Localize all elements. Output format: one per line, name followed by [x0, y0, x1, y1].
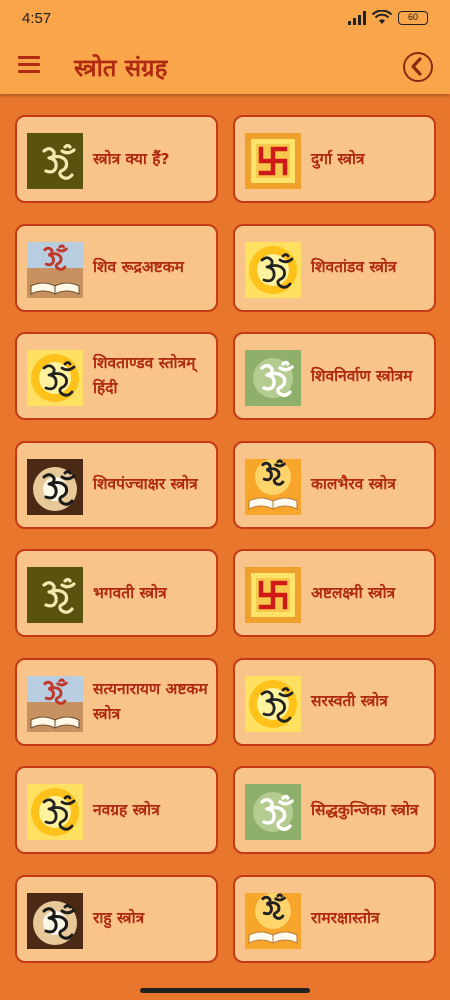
stotra-card[interactable]: सरस्वती स्त्रोत्र [233, 657, 436, 746]
stotra-card-label: शिवतांडव स्त्रोत्र [311, 258, 397, 277]
om-sunburst-icon [27, 784, 83, 840]
stotra-card[interactable]: अष्टलक्ष्मी स्त्रोत्र [233, 549, 436, 637]
app-bar: स्त्रोत संग्रह [0, 40, 450, 94]
om-glow-icon [27, 892, 83, 949]
stotra-card-label: शिव रूद्रअष्टकम [93, 258, 184, 277]
stotra-card[interactable]: शिवनिर्वाण स्त्रोत्रम [233, 332, 436, 420]
status-icons: 60 [348, 10, 428, 25]
om-glow-icon [27, 458, 83, 515]
om-sunburst-icon [245, 675, 301, 732]
stotra-card-label: सिद्धकुन्जिका स्त्रोत्र [311, 800, 419, 819]
stotra-card-label: अष्टलक्ष्मी स्त्रोत्र [311, 583, 396, 602]
stotra-card[interactable]: दुर्गा स्त्रोत्र [233, 115, 436, 203]
om-book-sky-icon [27, 241, 83, 298]
stotra-card-label: सरस्वती स्त्रोत्र [311, 692, 388, 711]
om-book-sky-icon [27, 675, 83, 732]
stotra-card-label: स्त्रोत्र क्या हैं? [93, 149, 170, 168]
home-indicator[interactable] [140, 988, 310, 993]
stotra-card[interactable]: रामरक्षास्तोत्र [233, 874, 436, 963]
chevron-left-icon [411, 57, 422, 76]
status-bar: 4:57 60 [0, 0, 450, 40]
back-button[interactable] [403, 52, 433, 82]
swastik-icon [245, 567, 301, 623]
wifi-icon [372, 10, 392, 24]
stotra-card[interactable]: कालभैरव स्त्रोत्र [233, 440, 436, 529]
menu-icon[interactable] [18, 56, 40, 74]
stotra-card-label: शिवपंज्चाक्षर स्त्रोत्र [93, 475, 198, 494]
stotra-card-label: भगवती स्त्रोत्र [93, 583, 167, 602]
stotra-card-label: शिवनिर्वाण स्त्रोत्रम [311, 366, 413, 385]
battery-icon: 60 [398, 10, 428, 25]
stotra-card-label: रामरक्षास्तोत्र [311, 909, 380, 928]
stotra-card-label: कालभैरव स्त्रोत्र [311, 475, 396, 494]
om-olive-icon [27, 567, 83, 623]
stotra-card[interactable]: सिद्धकुन्जिका स्त्रोत्र [233, 766, 436, 854]
stotra-card[interactable]: शिवतांडव स्त्रोत्र [233, 223, 436, 312]
stotra-card[interactable]: नवग्रह स्त्रोत्र [15, 766, 218, 854]
stotra-card-label: दुर्गा स्त्रोत्र [311, 149, 365, 168]
signal-icon [348, 10, 366, 25]
om-green-icon [245, 784, 301, 840]
stotra-card[interactable]: स्त्रोत्र क्या हैं? [15, 115, 218, 203]
om-book-orange-icon [245, 458, 301, 515]
stotra-card[interactable]: शिव रूद्रअष्टकम [15, 223, 218, 312]
om-green-icon [245, 350, 301, 406]
stotra-card-label: नवग्रह स्त्रोत्र [93, 800, 160, 819]
stotra-card[interactable]: शिवपंज्चाक्षर स्त्रोत्र [15, 440, 218, 529]
stotra-card[interactable]: सत्यनारायण अष्टकम स्त्रोत्र [15, 657, 218, 746]
om-sunburst-icon [27, 350, 83, 406]
om-sunburst-icon [245, 241, 301, 298]
om-book-orange-icon [245, 892, 301, 949]
stotra-card[interactable]: भगवती स्त्रोत्र [15, 549, 218, 637]
stotra-card-label: शिवताण्डव स्तोत्रम् हिंदी [93, 354, 196, 397]
status-time: 4:57 [22, 10, 52, 27]
swastik-icon [245, 133, 301, 189]
stotra-card[interactable]: शिवताण्डव स्तोत्रम् हिंदी [15, 332, 218, 420]
stotra-card-label: राहु स्त्रोत्र [93, 909, 145, 928]
stotra-card-label: सत्यनारायण अष्टकम स्त्रोत्र [93, 679, 208, 723]
page-title: स्त्रोत संग्रह [74, 53, 168, 82]
stotra-card[interactable]: राहु स्त्रोत्र [15, 874, 218, 963]
om-olive-icon [27, 133, 83, 189]
